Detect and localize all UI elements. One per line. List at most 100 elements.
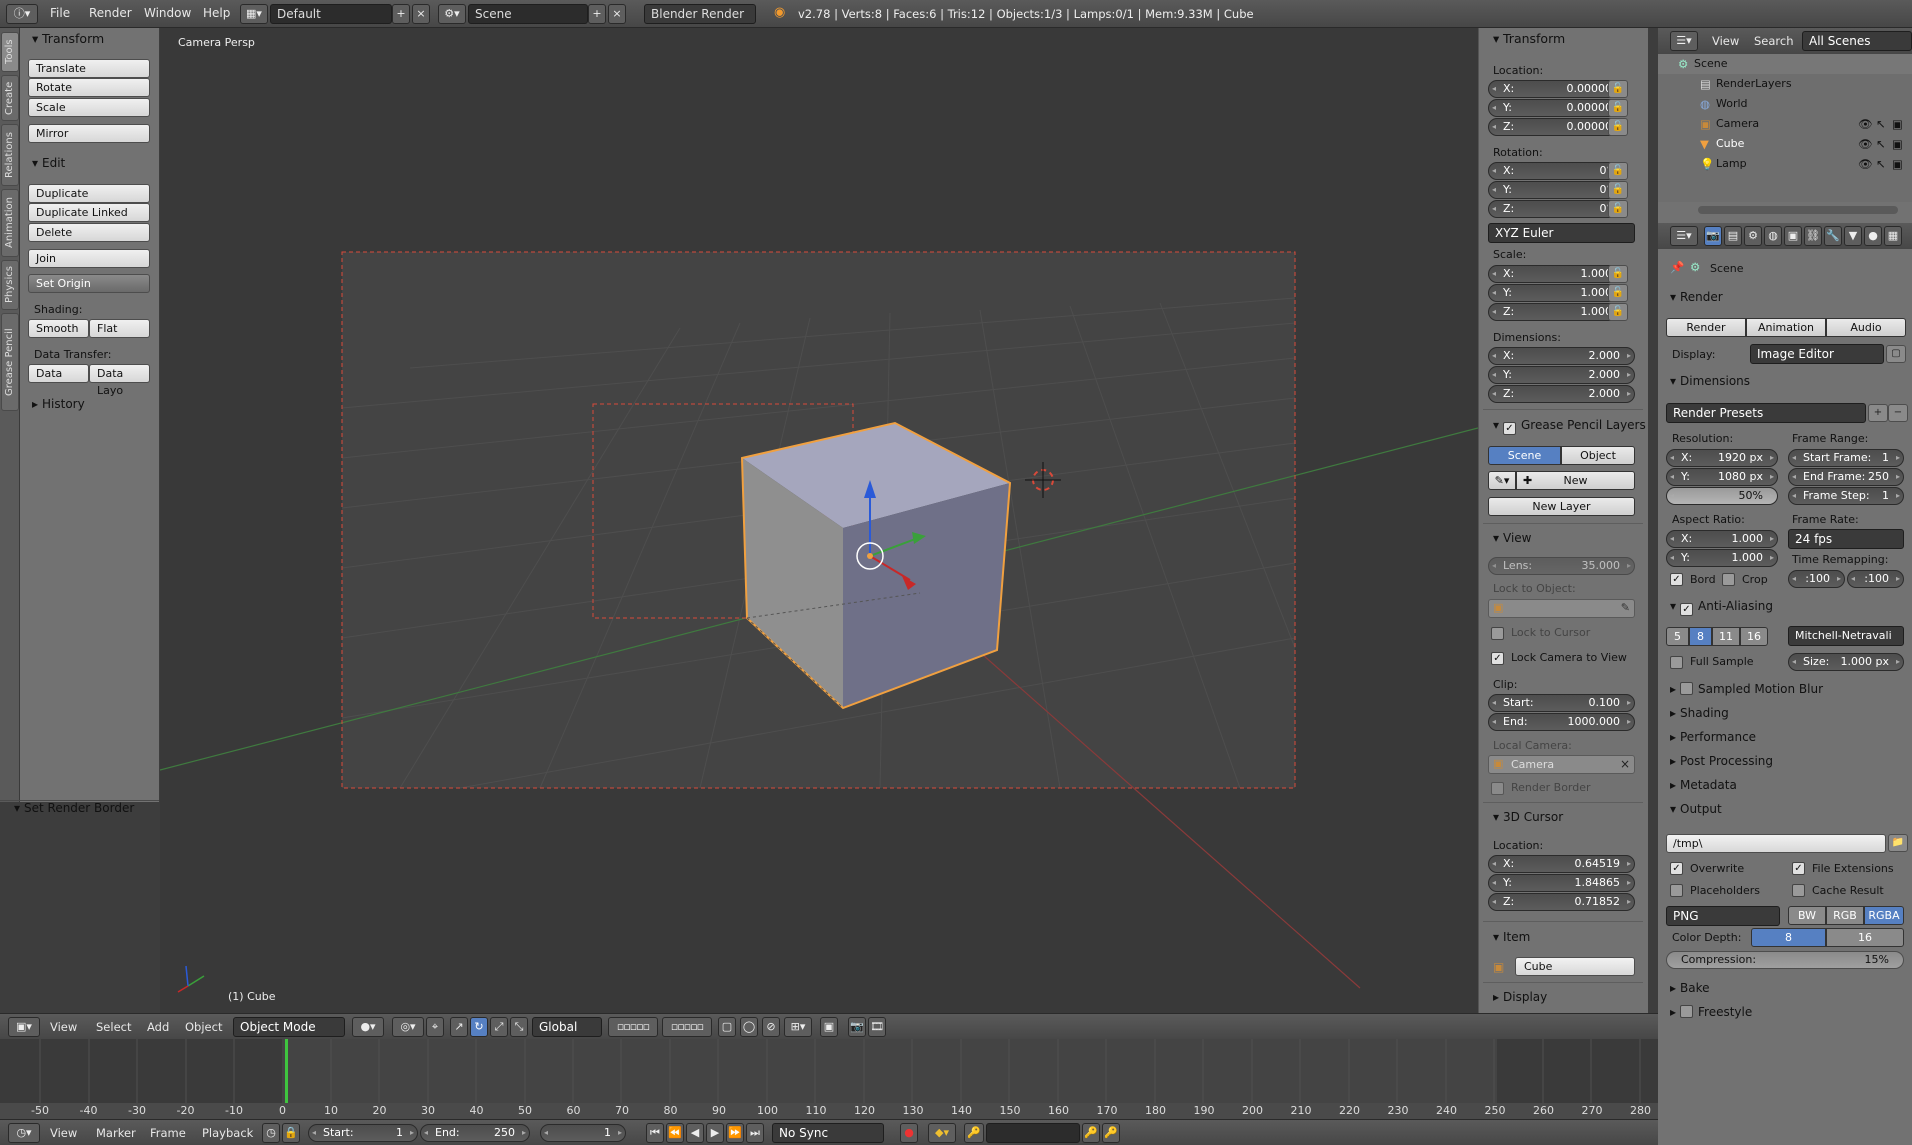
duplicate-linked-button[interactable]: Duplicate Linked [28, 203, 150, 222]
border-checkbox[interactable]: ✓ [1670, 573, 1683, 586]
file-format-select[interactable]: PNG [1666, 906, 1780, 926]
prev-keyframe-icon[interactable]: ⏪ [666, 1123, 684, 1143]
editor-type-3d-button[interactable]: ▣▾ [8, 1017, 40, 1037]
outliner-row-cube[interactable]: ▼ Cube 👁 ↖ ▣ [1658, 134, 1912, 154]
translate-button[interactable]: Translate [28, 59, 150, 78]
tab-physics[interactable]: Physics [1, 260, 19, 310]
remove-layout-icon[interactable]: × [412, 4, 430, 24]
viewport-shading-icon[interactable]: ●▾ [352, 1017, 384, 1037]
join-button[interactable]: Join [28, 249, 150, 268]
keying-set-icon[interactable]: 🔑 [964, 1123, 984, 1143]
add-preset-icon[interactable]: + [1868, 404, 1888, 422]
mode-select[interactable]: Object Mode [233, 1017, 345, 1037]
timeline-menu-frame[interactable]: Frame [150, 1126, 186, 1140]
lock-icon[interactable]: 🔓 [1608, 265, 1628, 283]
render-layers-tab-icon[interactable]: ▤ [1724, 226, 1742, 246]
flat-button[interactable]: Flat [89, 319, 150, 338]
jump-start-icon[interactable]: ⏮ [646, 1123, 664, 1143]
new-layer-button[interactable]: New Layer [1488, 497, 1635, 516]
data-transfer-button[interactable]: Data [28, 364, 89, 383]
lens-field[interactable]: Lens:35.000 [1488, 557, 1635, 575]
opengl-animation-icon[interactable]: 🎞 [868, 1017, 886, 1037]
rotation-y-field[interactable]: Y:0° [1488, 181, 1627, 199]
pivot-icon[interactable]: ◎▾ [392, 1017, 424, 1037]
editor-type-info-button[interactable]: ⓘ▾ [6, 4, 38, 24]
delete-button[interactable]: Delete [28, 223, 150, 242]
clip-start-field[interactable]: Start:0.100 [1488, 694, 1635, 712]
time-remap-new-field[interactable]: :100 [1847, 570, 1904, 588]
texture-tab-icon[interactable]: ▦ [1884, 226, 1902, 246]
color-depth-8-toggle[interactable]: 8 [1751, 928, 1826, 947]
3d-menu-select[interactable]: Select [96, 1020, 131, 1034]
layers-grid-icon[interactable]: ▫▫▫▫▫ [662, 1017, 712, 1037]
overwrite-checkbox[interactable]: ✓ [1670, 862, 1683, 875]
properties-editor-icon[interactable]: ☰▾ [1670, 226, 1698, 246]
next-keyframe-icon[interactable]: ⏩ [726, 1123, 744, 1143]
outliner-row-scene[interactable]: ⚙ Scene [1658, 54, 1912, 74]
outliner-row-camera[interactable]: ▣ Camera 👁 ↖ ▣ [1658, 114, 1912, 134]
lock-camera-checkbox[interactable]: ✓ [1491, 652, 1504, 665]
play-icon[interactable]: ▶ [706, 1123, 724, 1143]
smooth-button[interactable]: Smooth [28, 319, 89, 338]
scale-z-field[interactable]: Z:1.000 [1488, 303, 1627, 321]
menu-help[interactable]: Help [203, 6, 230, 20]
dimensions-y-field[interactable]: Y:2.000 [1488, 366, 1635, 384]
lock-icon[interactable]: 🔓 [1608, 200, 1628, 218]
freestyle-header[interactable]: Freestyle [1668, 1002, 1752, 1022]
remove-scene-icon[interactable]: × [608, 4, 626, 24]
display-select[interactable]: Image Editor [1750, 344, 1884, 364]
delete-keyframe-icon[interactable]: 🔑 [1102, 1123, 1120, 1143]
menu-render[interactable]: Render [89, 6, 132, 20]
data-tab-icon[interactable]: ▼ [1844, 226, 1862, 246]
jump-end-icon[interactable]: ⏭ [746, 1123, 764, 1143]
editor-type-timeline-button[interactable]: ◷▾ [8, 1123, 40, 1143]
performance-panel-header[interactable]: Performance [1668, 727, 1756, 747]
dimensions-panel-header[interactable]: Dimensions [1668, 371, 1750, 391]
scale-manipulator-icon[interactable]: ⤢ [490, 1017, 508, 1037]
data-layout-button[interactable]: Data Layo [89, 364, 150, 397]
timeline-menu-marker[interactable]: Marker [96, 1126, 136, 1140]
outliner-editor-icon[interactable]: ☰▾ [1670, 31, 1698, 51]
render-window-icon[interactable]: ▢ [1886, 345, 1906, 363]
timeline-editor[interactable]: -50 -40 -30 -20 -10 0 10 20 30 40 50 60 70 80 90 100 110… [0, 1039, 1658, 1119]
sync-mode-select[interactable]: No Sync [772, 1123, 884, 1143]
anti-aliasing-checkbox[interactable]: ✓ [1680, 603, 1693, 616]
3d-menu-add[interactable]: Add [147, 1020, 169, 1034]
dimensions-z-field[interactable]: Z:2.000 [1488, 385, 1635, 403]
scene-tab-icon[interactable]: ⚙ [1744, 226, 1762, 246]
item-header[interactable]: Item [1491, 927, 1530, 947]
scale-manipulator-icon[interactable]: ⤡ [510, 1017, 528, 1037]
proportional-edit-icon[interactable]: ◯ [740, 1017, 758, 1037]
output-panel-header[interactable]: Output [1668, 799, 1722, 819]
filter-size-field[interactable]: Size:1.000 px [1788, 653, 1904, 671]
location-x-field[interactable]: X:0.00000 [1488, 80, 1627, 98]
aa-8-button[interactable]: 8 [1689, 627, 1712, 646]
outliner-row-world[interactable]: ◍ World [1658, 94, 1912, 114]
grease-pencil-layers-header[interactable]: ✓Grease Pencil Layers [1491, 415, 1646, 435]
rotation-x-field[interactable]: X:0° [1488, 162, 1627, 180]
set-origin-select[interactable]: Set Origin [28, 274, 150, 293]
object-name-field[interactable]: Cube [1515, 957, 1635, 976]
outliner-menu-search[interactable]: Search [1754, 34, 1794, 48]
outliner-menu-view[interactable]: View [1712, 34, 1739, 48]
scene-icon[interactable]: ⚙▾ [438, 4, 466, 24]
timeline-ruler[interactable]: -50 -40 -30 -20 -10 0 10 20 30 40 50 60 70 80 90 100 110… [0, 1103, 1658, 1119]
scale-button[interactable]: Scale [28, 98, 150, 117]
3d-menu-object[interactable]: Object [185, 1020, 222, 1034]
set-render-border-panel[interactable]: Set Render Border [12, 798, 134, 818]
resolution-y-field[interactable]: Y:1080 px [1666, 468, 1778, 486]
keying-set-field[interactable] [986, 1123, 1080, 1143]
time-remap-old-field[interactable]: :100 [1788, 570, 1845, 588]
freestyle-checkbox[interactable] [1680, 1005, 1693, 1018]
modifiers-tab-icon[interactable]: 🔧 [1824, 226, 1842, 246]
transform-panel-header[interactable]: Transform [30, 29, 104, 49]
tab-tools[interactable]: Tools [1, 32, 19, 72]
compression-slider[interactable]: Compression: 15% [1666, 951, 1904, 969]
snap-icon[interactable]: ⊘ [762, 1017, 780, 1037]
add-scene-icon[interactable]: + [588, 4, 606, 24]
crop-checkbox[interactable] [1722, 573, 1735, 586]
color-depth-16-toggle[interactable]: 16 [1826, 928, 1904, 947]
cursor-y-field[interactable]: Y:1.84865 [1488, 874, 1635, 892]
resolution-percentage-slider[interactable]: 50% [1666, 487, 1778, 505]
insert-keyframe-icon[interactable]: 🔑 [1082, 1123, 1100, 1143]
